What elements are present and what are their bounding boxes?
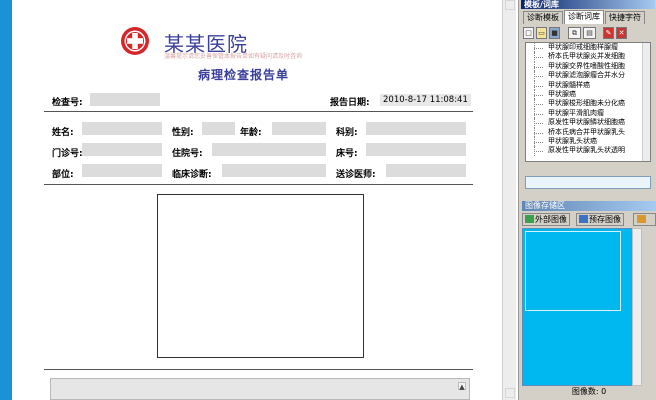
clinical-diagnosis-label: 临床诊断: xyxy=(172,170,212,180)
external-image-icon xyxy=(525,215,534,223)
report-title: 病理检查报告单 xyxy=(198,68,290,82)
site-field[interactable] xyxy=(82,164,162,177)
lexicon-toolbar: □ ▭ ■ ⧉ ▤ ✎ ✕ xyxy=(523,27,655,41)
edit-icon[interactable]: ✎ xyxy=(603,27,614,39)
site-label: 部位: xyxy=(52,170,74,180)
image-storage-area[interactable] xyxy=(522,228,632,386)
pathology-image-frame[interactable] xyxy=(157,194,364,358)
open-folder-icon[interactable]: ▭ xyxy=(536,27,547,39)
stored-image-button[interactable]: 预存图像 xyxy=(576,213,624,226)
inpatient-no-field[interactable] xyxy=(212,143,326,156)
save-icon[interactable]: ■ xyxy=(549,27,560,39)
divider-mid xyxy=(44,184,473,185)
list-item[interactable]: 原发性甲状腺鳞状细胞癌 xyxy=(526,118,650,128)
age-label: 年龄: xyxy=(240,128,262,138)
report-vertical-scrollbar[interactable] xyxy=(502,0,516,400)
divider-bottom xyxy=(44,369,473,370)
image-storage-title: 图像存储区 xyxy=(522,201,656,211)
copy-icon[interactable]: ⧉ xyxy=(568,27,581,39)
dept-label: 科别: xyxy=(336,128,358,138)
image-tools-icon xyxy=(637,215,646,223)
report-date-value: 2010-8-17 11:08:41 xyxy=(380,94,471,106)
exam-no-field[interactable] xyxy=(90,93,160,106)
hospital-subtitle: 温馨提示请您妥善保管本报告单如有疑问请及时咨询 xyxy=(164,53,303,60)
left-accent-strip xyxy=(0,0,12,400)
new-doc-icon[interactable]: □ xyxy=(523,27,534,39)
outpatient-no-label: 门诊号: xyxy=(52,149,83,159)
list-item[interactable]: 甲状腺滤泡腺瘤合并水分 xyxy=(526,71,650,81)
bed-no-label: 床号: xyxy=(336,149,358,159)
age-field[interactable] xyxy=(272,122,326,135)
list-item[interactable]: 甲状腺髓样癌 xyxy=(526,80,650,90)
stored-image-icon xyxy=(579,215,588,223)
bed-no-field[interactable] xyxy=(366,143,466,156)
tab-diagnosis-lexicon[interactable]: 诊断词库 xyxy=(564,10,604,24)
lexicon-search-field[interactable] xyxy=(525,176,651,189)
image-count-label: 图像数: xyxy=(571,387,599,396)
report-date-label: 报告日期: xyxy=(330,98,370,108)
list-item[interactable]: 甲状腺梭形细胞未分化癌 xyxy=(526,99,650,109)
list-item[interactable]: 甲状腺平滑肌肉瘤 xyxy=(526,108,650,119)
divider-top xyxy=(44,111,473,112)
image-count: 图像数: 0 xyxy=(522,387,656,397)
referring-doctor-field[interactable] xyxy=(386,164,466,177)
image-tools-button[interactable] xyxy=(633,213,656,226)
paste-icon[interactable]: ▤ xyxy=(583,27,596,39)
scroll-up-button[interactable] xyxy=(505,0,515,10)
image-thumbnail-slot[interactable] xyxy=(525,231,621,311)
scroll-down-button[interactable] xyxy=(505,388,515,398)
external-image-button[interactable]: 外部图像 xyxy=(522,213,570,226)
clinical-diagnosis-field[interactable] xyxy=(222,164,326,177)
external-image-label: 外部图像 xyxy=(535,215,567,224)
term-list-scrollbar[interactable] xyxy=(642,43,650,161)
list-item[interactable]: 甲状腺乳头状癌 xyxy=(526,136,650,147)
delete-icon[interactable]: ✕ xyxy=(616,27,627,39)
sex-label: 性别: xyxy=(172,128,194,138)
name-field[interactable] xyxy=(82,122,162,135)
list-item[interactable]: 桥本氏甲状腺炎并发细胞 xyxy=(526,52,650,62)
list-item[interactable]: 甲状腺交界性嗜酸性细胞 xyxy=(526,61,650,72)
scroll-up-arrow-icon[interactable]: ▲ xyxy=(458,382,466,391)
stored-image-label: 预存图像 xyxy=(589,215,621,224)
list-item[interactable]: 甲状腺癌 xyxy=(526,89,650,100)
lexicon-term-list: 甲状腺印戒细胞样腺瘤 桥本氏甲状腺炎并发细胞 甲状腺交界性嗜酸性细胞 甲状腺滤泡… xyxy=(525,42,651,162)
dept-field[interactable] xyxy=(366,122,466,135)
sex-field[interactable] xyxy=(202,122,235,135)
name-label: 姓名: xyxy=(52,128,74,138)
referring-doctor-label: 送诊医师: xyxy=(336,170,376,180)
outpatient-no-field[interactable] xyxy=(82,143,162,156)
list-item[interactable]: 原发性甲状腺乳头状透明 xyxy=(526,146,650,156)
panel-title: 模板/词库 xyxy=(521,0,655,9)
tab-quick-chars[interactable]: 快捷字符 xyxy=(605,11,645,24)
hospital-cross-logo-icon xyxy=(121,27,149,55)
inpatient-no-label: 住院号: xyxy=(172,149,203,159)
list-item[interactable]: 桥本氏病合并甲状腺乳头 xyxy=(526,127,650,137)
image-storage-scrollbar[interactable] xyxy=(632,228,642,386)
diagnosis-text-area[interactable]: ▲ xyxy=(50,378,470,400)
list-item[interactable]: 甲状腺印戒细胞样腺瘤 xyxy=(526,43,650,53)
exam-no-label: 检查号: xyxy=(52,98,83,108)
image-count-value: 0 xyxy=(601,387,607,396)
tab-diagnosis-template[interactable]: 诊断模板 xyxy=(523,11,563,24)
